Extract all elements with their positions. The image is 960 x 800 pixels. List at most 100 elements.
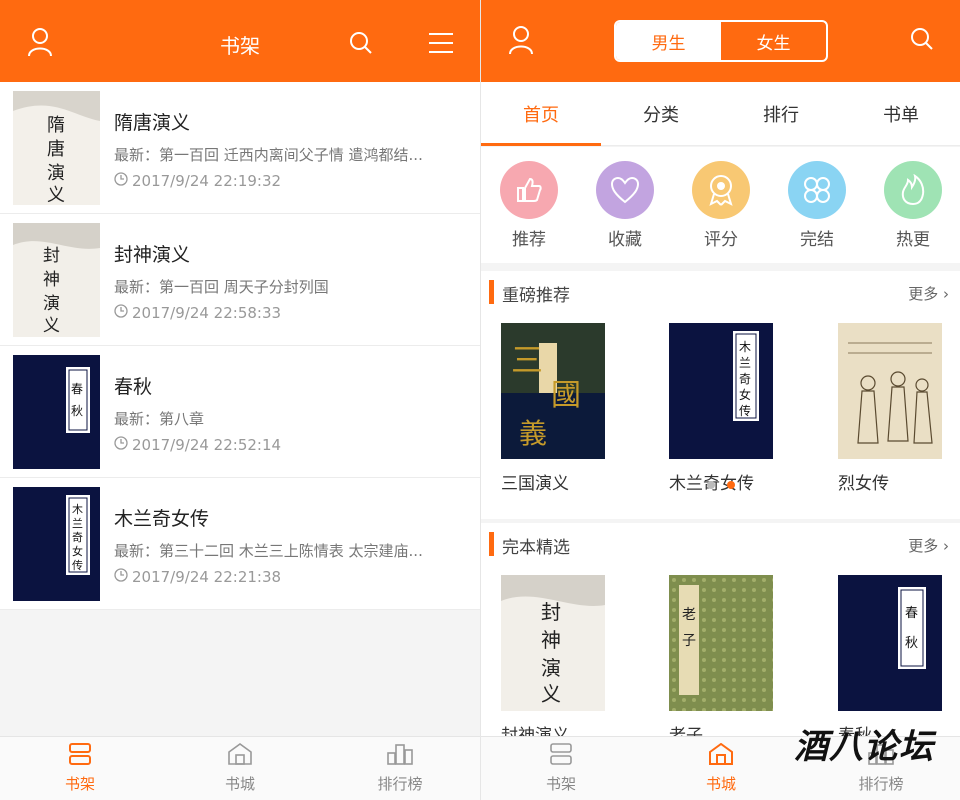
svg-text:春: 春 bbox=[71, 382, 83, 396]
gender-female-tab[interactable]: 女生 bbox=[721, 22, 826, 60]
svg-text:义: 义 bbox=[47, 185, 65, 205]
flame-icon bbox=[884, 161, 942, 219]
svg-text:三: 三 bbox=[511, 341, 543, 379]
book-cover: 木 兰 奇 女 传 bbox=[669, 323, 773, 459]
book-card[interactable]: 三 國 義 三国演义 bbox=[501, 323, 605, 494]
book-row: 封 神 演 义 封神演义 老 子 bbox=[481, 565, 960, 746]
update-time: 2017/9/24 22:21:38 bbox=[114, 568, 281, 586]
svg-text:封: 封 bbox=[43, 246, 60, 266]
user-icon[interactable] bbox=[503, 22, 539, 58]
svg-text:秋: 秋 bbox=[905, 636, 918, 651]
search-icon[interactable] bbox=[344, 26, 378, 60]
store-icon bbox=[708, 742, 734, 769]
top-bar: 男生 女生 bbox=[481, 0, 960, 82]
svg-text:隋: 隋 bbox=[47, 115, 65, 136]
nav-bookstore[interactable]: 书城 bbox=[160, 737, 320, 800]
book-cover: 三 國 義 bbox=[501, 323, 605, 459]
book-card[interactable]: 老 子 老子 bbox=[669, 575, 773, 746]
search-icon[interactable] bbox=[905, 22, 939, 56]
nav-label: 排行榜 bbox=[377, 775, 423, 793]
svg-text:神: 神 bbox=[43, 270, 60, 290]
section-title: 完本精选 bbox=[502, 538, 570, 558]
nav-label: 书架 bbox=[545, 775, 576, 793]
category-label: 推荐 bbox=[512, 230, 546, 250]
thumbs-up-icon bbox=[500, 161, 558, 219]
nav-label: 书城 bbox=[224, 775, 255, 793]
nav-bookshelf[interactable]: 书架 bbox=[0, 737, 160, 800]
book-card[interactable]: 烈女传 bbox=[838, 323, 942, 494]
category-label: 收藏 bbox=[608, 230, 642, 250]
more-link[interactable]: 更多 › bbox=[908, 535, 949, 556]
tab-category[interactable]: 分类 bbox=[601, 82, 721, 145]
clock-icon bbox=[114, 568, 128, 586]
featured-section: 重磅推荐 更多 › 三 國 義 三国演义 木 兰 奇 女 传 烈女传 bbox=[481, 271, 960, 519]
book-card[interactable]: 木 兰 奇 女 传 木兰奇女传 bbox=[669, 323, 773, 494]
svg-text:木: 木 bbox=[72, 503, 83, 516]
more-link[interactable]: 更多 › bbox=[908, 283, 949, 304]
list-item[interactable]: 封 神 演 义 封神演义 最新：第一百回 周天子分封列国 2017/9/24 2… bbox=[0, 214, 480, 346]
more-text: 更多 bbox=[908, 285, 939, 303]
book-cover: 老 子 bbox=[669, 575, 773, 711]
book-row: 三 國 義 三国演义 木 兰 奇 女 传 烈女传 bbox=[481, 313, 960, 494]
top-bar: 书架 bbox=[0, 0, 480, 82]
carousel-indicator bbox=[481, 481, 960, 489]
nav-label: 书城 bbox=[705, 775, 736, 793]
book-title: 春秋 bbox=[114, 376, 153, 398]
svg-text:演: 演 bbox=[43, 294, 60, 314]
list-item[interactable]: 木 兰 奇 女 传 木兰奇女传 最新：第三十二回 木兰三上陈情表 太宗建庙...… bbox=[0, 478, 480, 610]
book-cover: 木 兰 奇 女 传 bbox=[13, 487, 100, 601]
nav-label: 书架 bbox=[64, 775, 95, 793]
nav-bookstore[interactable]: 书城 bbox=[641, 737, 801, 800]
svg-text:兰: 兰 bbox=[72, 517, 83, 530]
bottom-nav: 书架 书城 排行榜 bbox=[0, 736, 480, 800]
heart-icon bbox=[596, 161, 654, 219]
tab-home[interactable]: 首页 bbox=[481, 82, 601, 146]
latest-chapter: 最新：第三十二回 木兰三上陈情表 太宗建庙... bbox=[114, 542, 423, 560]
latest-chapter: 最新：第一百回 迁西内离间父子情 遣鸿都结... bbox=[114, 146, 423, 164]
clock-icon bbox=[114, 436, 128, 454]
book-title: 封神演义 bbox=[114, 244, 191, 266]
svg-text:演: 演 bbox=[541, 656, 561, 680]
shelf-icon bbox=[549, 743, 573, 769]
svg-text:子: 子 bbox=[682, 633, 696, 649]
book-title: 隋唐演义 bbox=[114, 112, 191, 134]
nav-ranking[interactable]: 排行榜 bbox=[320, 737, 480, 800]
carousel-dot[interactable] bbox=[707, 481, 715, 489]
update-time: 2017/9/24 22:58:33 bbox=[114, 304, 281, 322]
list-item[interactable]: 隋 唐 演 义 隋唐演义 最新：第一百回 迁西内离间父子情 遣鸿都结... 20… bbox=[0, 82, 480, 214]
completed-section: 完本精选 更多 › 封 神 演 义 封神演义 bbox=[481, 523, 960, 746]
time-text: 2017/9/24 22:52:14 bbox=[132, 436, 282, 454]
clock-icon bbox=[114, 172, 128, 190]
svg-text:传: 传 bbox=[739, 403, 751, 418]
svg-text:女: 女 bbox=[739, 387, 751, 402]
nav-label: 排行榜 bbox=[858, 775, 904, 793]
menu-icon[interactable] bbox=[424, 26, 458, 60]
category-hot[interactable]: 热更 bbox=[873, 161, 953, 263]
update-time: 2017/9/24 22:52:14 bbox=[114, 436, 281, 454]
svg-text:國: 國 bbox=[551, 378, 581, 413]
section-header: 重磅推荐 更多 › bbox=[481, 271, 960, 313]
time-text: 2017/9/24 22:58:33 bbox=[132, 304, 282, 322]
update-time: 2017/9/24 22:19:32 bbox=[114, 172, 281, 190]
book-cover: 封 神 演 义 bbox=[13, 223, 100, 337]
book-card[interactable]: 封 神 演 义 封神演义 bbox=[501, 575, 605, 746]
gender-male-tab[interactable]: 男生 bbox=[616, 22, 721, 60]
tab-ranking[interactable]: 排行 bbox=[721, 82, 841, 145]
store-icon bbox=[227, 743, 253, 769]
nav-bookshelf[interactable]: 书架 bbox=[481, 737, 641, 800]
category-recommend[interactable]: 推荐 bbox=[489, 161, 569, 263]
svg-text:奇: 奇 bbox=[72, 531, 83, 544]
book-cover: 隋 唐 演 义 bbox=[13, 91, 100, 205]
shelf-icon bbox=[68, 743, 92, 769]
tab-booklist[interactable]: 书单 bbox=[841, 82, 960, 145]
category-favorites[interactable]: 收藏 bbox=[585, 161, 665, 263]
clover-icon bbox=[788, 161, 846, 219]
category-label: 完结 bbox=[800, 230, 834, 250]
list-item[interactable]: 春 秋 春秋 最新：第八章 2017/9/24 22:52:14 bbox=[0, 346, 480, 478]
latest-chapter: 最新：第一百回 周天子分封列国 bbox=[114, 278, 329, 296]
category-completed[interactable]: 完结 bbox=[777, 161, 857, 263]
svg-text:女: 女 bbox=[72, 544, 83, 558]
category-rating[interactable]: 评分 bbox=[681, 161, 761, 263]
carousel-dot-active[interactable] bbox=[727, 481, 735, 489]
svg-text:唐: 唐 bbox=[47, 139, 65, 160]
